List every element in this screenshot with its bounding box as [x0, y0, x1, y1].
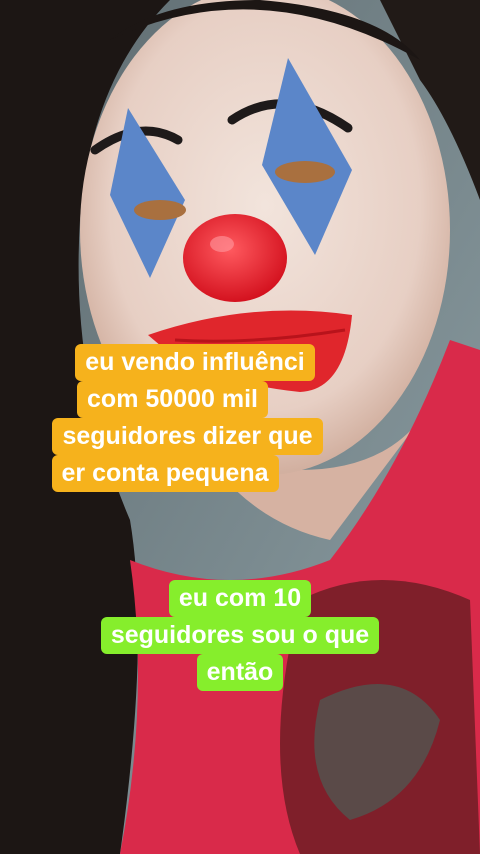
caption-bottom-line-1: eu com 10 [168, 580, 312, 617]
caption-bottom-line-3: então [196, 654, 284, 691]
caption-bottom: eu com 10 seguidores sou o que então [0, 580, 480, 691]
caption-top-line-1: eu vendo influênci [75, 344, 315, 381]
caption-top-line-2: com 50000 mil [77, 381, 268, 418]
caption-bottom-line-2: seguidores sou o que [100, 617, 380, 654]
caption-top-line-4: er conta pequena [51, 455, 279, 492]
caption-top-line-3: seguidores dizer que [52, 418, 323, 455]
video-frame[interactable]: eu vendo influênci com 50000 mil seguido… [0, 0, 480, 854]
caption-top: eu vendo influênci com 50000 mil seguido… [0, 344, 480, 492]
